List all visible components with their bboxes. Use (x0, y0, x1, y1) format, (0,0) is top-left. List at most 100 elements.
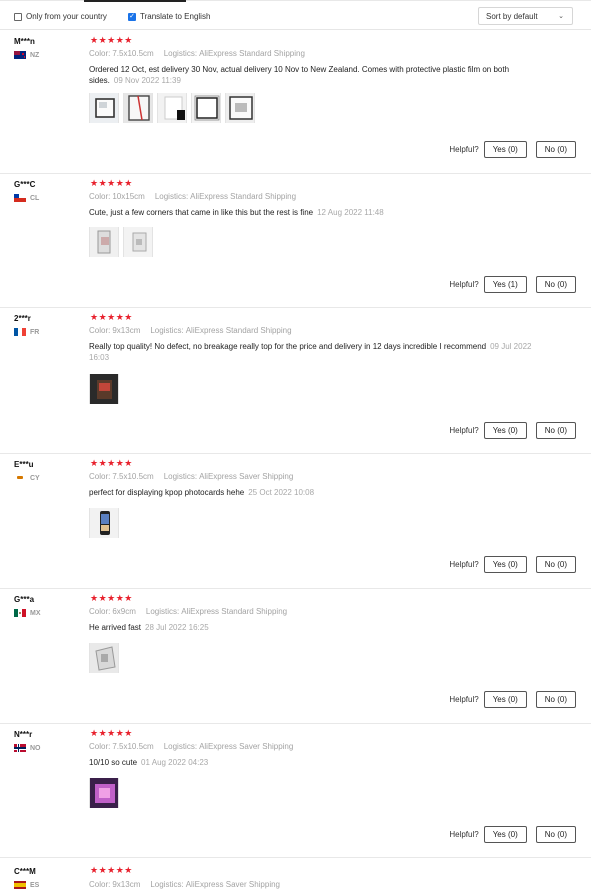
logistics-key: Logistics: (150, 326, 184, 335)
helpful-no-button[interactable]: No (0) (535, 276, 576, 293)
review-photo-icon (90, 93, 118, 123)
review-photo-thumbnail[interactable] (89, 374, 119, 404)
review-photo-icon (124, 227, 152, 257)
review-text: Cute, just a few corners that came in li… (89, 208, 314, 217)
helpful-yes-button[interactable]: Yes (1) (483, 276, 527, 293)
review-photo-thumbnail[interactable] (89, 778, 119, 808)
helpful-no-button[interactable]: No (0) (535, 691, 576, 708)
review-photos (89, 227, 153, 257)
review-photo-icon (192, 93, 220, 123)
helpful-yes-button[interactable]: Yes (0) (483, 826, 527, 843)
review-photo-icon (90, 778, 118, 808)
country-code: ES (30, 881, 40, 889)
country-code: MX (30, 609, 41, 617)
sort-select[interactable]: Sort by default ⌄ (478, 7, 573, 25)
review-text-block: perfect for displaying kpop photocards h… (89, 487, 529, 498)
review-photo-thumbnail[interactable] (157, 93, 187, 123)
review-filter-bar: Only from your country ✓ Translate to En… (0, 3, 591, 30)
color-value: 7.5x10.5cm (112, 49, 154, 58)
review-photo-thumbnail[interactable] (191, 93, 221, 123)
review-photo-icon (90, 227, 118, 257)
reviewer-country: ES (14, 881, 39, 889)
review-text-block: Really top quality! No defect, no breaka… (89, 341, 534, 363)
flag-icon (14, 881, 26, 889)
review-item: E***u CY ★★★★★ Color: 7.5x10.5cm Logistics… (0, 454, 591, 589)
only-country-checkbox[interactable]: Only from your country (14, 12, 107, 21)
helpful-no-button[interactable]: No (0) (535, 141, 576, 158)
helpful-label: Helpful? (449, 560, 479, 569)
helpful-no-button[interactable]: No (0) (535, 826, 576, 843)
review-item: 2***r FR ★★★★★ Color: 9x13cm Logistics: Ali… (0, 308, 591, 454)
review-photo-icon (124, 93, 152, 123)
color-value: 10x15cm (112, 192, 145, 201)
review-photo-icon (158, 93, 186, 123)
country-code: NZ (30, 51, 40, 59)
reviewer-name: 2***r (14, 314, 31, 323)
logistics-value: AliExpress Saver Shipping (199, 472, 294, 481)
helpful-yes-button[interactable]: Yes (0) (483, 422, 527, 439)
review-meta: Color: 7.5x10.5cm Logistics: AliExpress Sta… (89, 49, 305, 58)
review-photo-thumbnail[interactable] (225, 93, 255, 123)
review-meta: Color: 9x13cm Logistics: AliExpress Saver S… (89, 880, 280, 889)
helpful-no-button[interactable]: No (0) (535, 422, 576, 439)
logistics-key: Logistics: (163, 742, 198, 751)
logistics-value: AliExpress Standard Shipping (190, 192, 297, 201)
review-photos (89, 508, 119, 538)
reviewer-name: N***r (14, 730, 33, 739)
flag-icon (14, 744, 26, 752)
review-text: Really top quality! No defect, no breaka… (89, 342, 487, 351)
checkbox-icon[interactable] (14, 12, 22, 21)
review-date: 01 Aug 2022 04:23 (141, 758, 209, 767)
star-rating: ★★★★★ (90, 593, 133, 603)
flag-icon (14, 194, 26, 202)
helpful-label: Helpful? (449, 280, 479, 289)
review-date: 12 Aug 2022 11:48 (317, 208, 384, 217)
helpful-vote: Helpful? Yes (1) No (0) (449, 276, 576, 293)
color-key: Color: (89, 607, 111, 616)
review-photo-thumbnail[interactable] (89, 643, 119, 673)
helpful-yes-button[interactable]: Yes (0) (483, 141, 527, 158)
color-value: 9x13cm (112, 326, 141, 335)
review-photo-thumbnail[interactable] (89, 508, 119, 538)
review-item: N***r NO ★★★★★ Color: 7.5x10.5cm Logistics… (0, 724, 591, 858)
review-item: G***a MX ★★★★★ Color: 6x9cm Logistics: AliE… (0, 589, 591, 724)
review-text: perfect for displaying kpop photocards h… (89, 488, 245, 497)
helpful-yes-button[interactable]: Yes (0) (483, 691, 527, 708)
reviewer-name: C***M (14, 867, 36, 876)
active-tab-indicator (84, 0, 186, 2)
review-photo-thumbnail[interactable] (89, 93, 119, 123)
review-photo-icon (90, 374, 118, 404)
logistics-key: Logistics: (154, 192, 189, 201)
color-key: Color: (89, 472, 111, 481)
color-key: Color: (89, 192, 111, 201)
review-photo-thumbnail[interactable] (123, 227, 153, 257)
star-rating: ★★★★★ (90, 35, 133, 45)
helpful-label: Helpful? (449, 426, 479, 435)
helpful-label: Helpful? (449, 830, 479, 839)
color-value: 9x13cm (112, 880, 141, 889)
star-rating: ★★★★★ (90, 312, 133, 322)
review-photo-thumbnail[interactable] (89, 227, 119, 257)
review-text: 10/10 so cute (89, 758, 138, 767)
review-date: 28 Jul 2022 16:25 (145, 623, 209, 632)
reviewer-country: CY (14, 474, 40, 482)
color-key: Color: (89, 49, 111, 58)
review-meta: Color: 9x13cm Logistics: AliExpress Standar… (89, 326, 292, 335)
checkbox-checked-icon[interactable]: ✓ (128, 12, 136, 21)
helpful-yes-button[interactable]: Yes (0) (483, 556, 527, 573)
translate-label: Translate to English (140, 12, 211, 21)
review-photo-thumbnail[interactable] (123, 93, 153, 123)
flag-icon (14, 328, 26, 336)
country-code: CY (30, 474, 40, 482)
country-code: FR (30, 328, 40, 336)
reviewer-country: NO (14, 744, 41, 752)
helpful-vote: Helpful? Yes (0) No (0) (449, 141, 576, 158)
translate-checkbox[interactable]: ✓ Translate to English (128, 12, 210, 21)
review-text: He arrived fast (89, 623, 142, 632)
helpful-no-button[interactable]: No (0) (535, 556, 576, 573)
review-meta: Color: 7.5x10.5cm Logistics: AliExpress Sav… (89, 472, 293, 481)
review-photos (89, 93, 255, 123)
logistics-value: AliExpress Standard Shipping (199, 49, 305, 58)
color-key: Color: (89, 880, 111, 889)
review-meta: Color: 6x9cm Logistics: AliExpress Standard… (89, 607, 287, 616)
